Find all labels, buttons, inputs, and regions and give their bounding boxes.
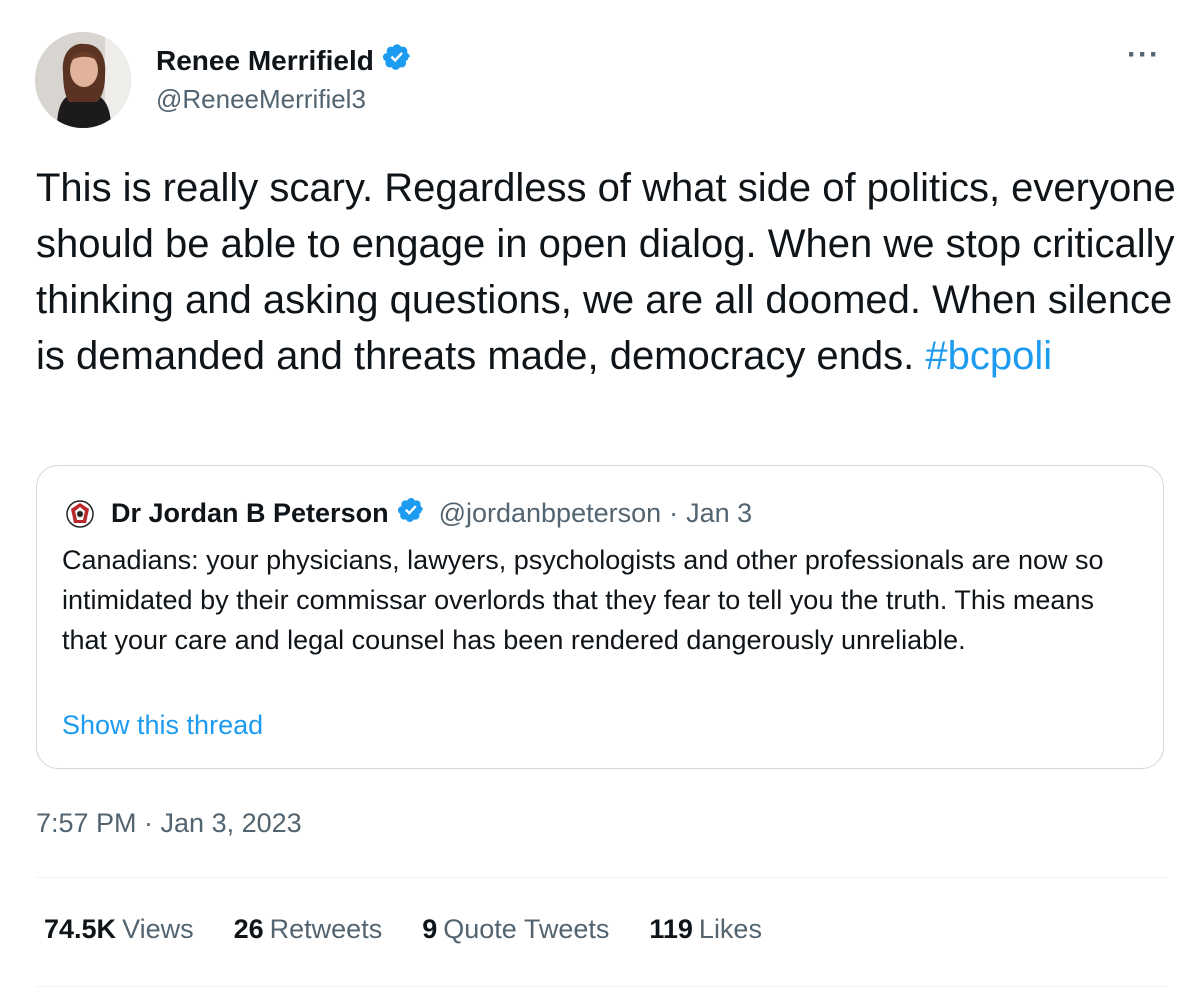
quoted-author-handle: @jordanbpeterson (438, 498, 662, 528)
quoted-separator: · (669, 498, 679, 528)
divider (36, 877, 1168, 878)
likes-count: 119 (649, 914, 693, 944)
verified-badge-icon (382, 42, 412, 79)
quote-tweets-count: 9 (422, 914, 438, 944)
quoted-author-avatar (65, 498, 95, 529)
quoted-tweet-header: Dr Jordan B Peterson @jordanbpeterson · … (65, 496, 752, 531)
divider-bottom (36, 986, 1168, 987)
author-name-row[interactable]: Renee Merrifield (156, 42, 412, 79)
quoted-verified-badge-icon (397, 496, 425, 531)
retweets-stat[interactable]: 26 Retweets (234, 914, 383, 945)
views-count: 74.5K (44, 914, 117, 944)
avatar[interactable] (35, 32, 131, 128)
quoted-tweet[interactable]: Dr Jordan B Peterson @jordanbpeterson · … (36, 465, 1164, 769)
quote-tweets-stat[interactable]: 9 Quote Tweets (422, 914, 609, 945)
likes-stat[interactable]: 119 Likes (649, 914, 762, 945)
tweet-stats: 74.5K Views 26 Retweets 9 Quote Tweets 119 L… (44, 914, 802, 945)
tweet-timestamp[interactable]: 7:57 PM · Jan 3, 2023 (36, 808, 302, 839)
likes-label: Likes (698, 914, 762, 944)
views-stat: 74.5K Views (44, 914, 194, 945)
more-dots-icon[interactable]: ··· (1127, 38, 1160, 72)
tweet-text: This is really scary. Regardless of what… (36, 160, 1176, 384)
quote-tweets-label: Quote Tweets (443, 914, 610, 944)
quoted-author-name: Dr Jordan B Peterson (111, 498, 389, 528)
retweets-label: Retweets (269, 914, 383, 944)
hashtag-link[interactable]: #bcpoli (925, 334, 1052, 378)
author-handle[interactable]: @ReneeMerrifiel3 (156, 84, 366, 115)
avatar-photo (35, 32, 131, 128)
quoted-date: Jan 3 (686, 498, 753, 528)
retweets-count: 26 (233, 914, 264, 944)
quoted-tweet-text: Canadians: your physicians, lawyers, psy… (62, 545, 1104, 655)
show-thread-link[interactable]: Show this thread (62, 710, 263, 741)
views-label: Views (122, 914, 194, 944)
author-name[interactable]: Renee Merrifield (156, 45, 374, 77)
